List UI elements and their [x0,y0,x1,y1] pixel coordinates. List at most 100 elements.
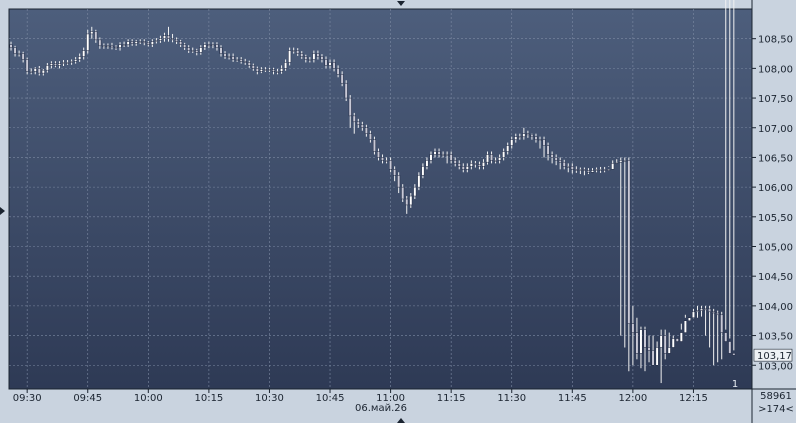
candle-body [171,38,175,41]
candle-body [45,65,49,71]
candle-body [550,154,554,158]
candle-body [199,47,203,53]
candle-body [554,157,558,161]
x-tick-label: 10:15 [194,393,223,404]
bottom-scroll-arrow-icon[interactable] [397,418,405,423]
candle-body [457,163,461,167]
candle-body [631,323,635,333]
price-chart[interactable]: 108,50 108,00 107,50 107,00 106,50 106,00 105,… [0,0,796,423]
candle-body [62,62,66,64]
candle-body [219,47,223,54]
candle-body [114,46,118,49]
candle-body [433,151,437,155]
candle-body [70,61,74,63]
candle-body [526,133,530,136]
candle-body [663,335,667,354]
candle-body [267,69,271,71]
candle-body [514,136,518,140]
candle-body [595,169,599,171]
y-tick-label: 105,00 [758,243,793,254]
candle-body [607,169,611,171]
candle-body [691,311,695,318]
candle-body [284,62,288,69]
candle-body [263,69,267,71]
candle-body [425,160,429,167]
candle-body [360,124,364,128]
candle-body [518,136,522,138]
candle-body [558,160,562,163]
candle-body [122,44,126,46]
candle-body [449,154,453,161]
x-tick-label: 10:30 [255,393,284,404]
candle-body [498,157,502,161]
y-tick-label: 104,00 [758,302,793,313]
candle-body [510,139,514,146]
candle-body [566,166,570,168]
candle-body [94,31,98,41]
candle-body [651,350,655,366]
bars-count-readout: >174< [758,404,794,415]
candle-body [465,166,469,170]
candle-body [546,145,550,155]
candle-body [90,31,94,35]
candle-body [683,320,687,333]
candle-body [477,164,481,167]
candle-body [9,44,13,48]
candle-body [643,329,647,348]
candle-body [534,136,538,140]
candle-body [708,308,712,313]
candle-body [639,329,643,354]
candle-body [235,59,239,61]
candle-body [393,169,397,176]
x-tick-label: 12:00 [618,393,647,404]
candle-body [344,82,348,99]
candle-body [724,332,728,342]
candle-body [603,169,607,171]
y-tick-label: 103,50 [758,332,793,343]
candle-body [336,68,340,75]
candle-body [421,166,425,176]
y-tick-label: 108,00 [758,64,793,75]
candle-body [486,154,490,163]
candle-body [381,157,385,161]
y-tick-label: 106,50 [758,153,793,164]
candle-body [231,56,235,60]
candle-body [364,127,368,134]
candle-body [66,62,70,64]
candle-body [308,59,312,61]
candle-body [37,68,41,74]
candle-body [13,47,17,54]
candle-body [574,169,578,171]
last-price-tag: 103,17 [753,348,793,362]
candle-body [368,133,372,140]
x-tick-label: 10:45 [316,393,345,404]
candle-body [134,41,138,44]
candle-body [138,41,142,43]
x-tick-label: 11:30 [497,393,526,404]
top-scroll-arrow-icon[interactable] [397,1,405,6]
candle-body [490,154,494,161]
x-tick-label: 10:00 [134,393,163,404]
candle-body [647,347,651,351]
candle-body [675,338,679,342]
candle-body [312,53,316,60]
candle-body [328,62,332,66]
candle-body [74,59,78,62]
candle-body [150,41,154,45]
candle-body [17,53,21,55]
candle-body [340,74,344,84]
candle-body [187,47,191,51]
candle-body [356,121,360,126]
left-scroll-arrow-icon[interactable] [0,207,5,215]
y-tick-label: 107,50 [758,94,793,105]
y-tick-label: 106,00 [758,183,793,194]
candle-body [239,59,243,62]
candle-body [271,69,275,72]
candle-body [655,347,659,366]
candle-body [106,45,110,48]
candle-body [324,59,328,66]
candle-body [154,40,158,42]
candle-body [203,44,207,48]
candle-body [130,41,134,44]
candle-body [441,154,445,156]
